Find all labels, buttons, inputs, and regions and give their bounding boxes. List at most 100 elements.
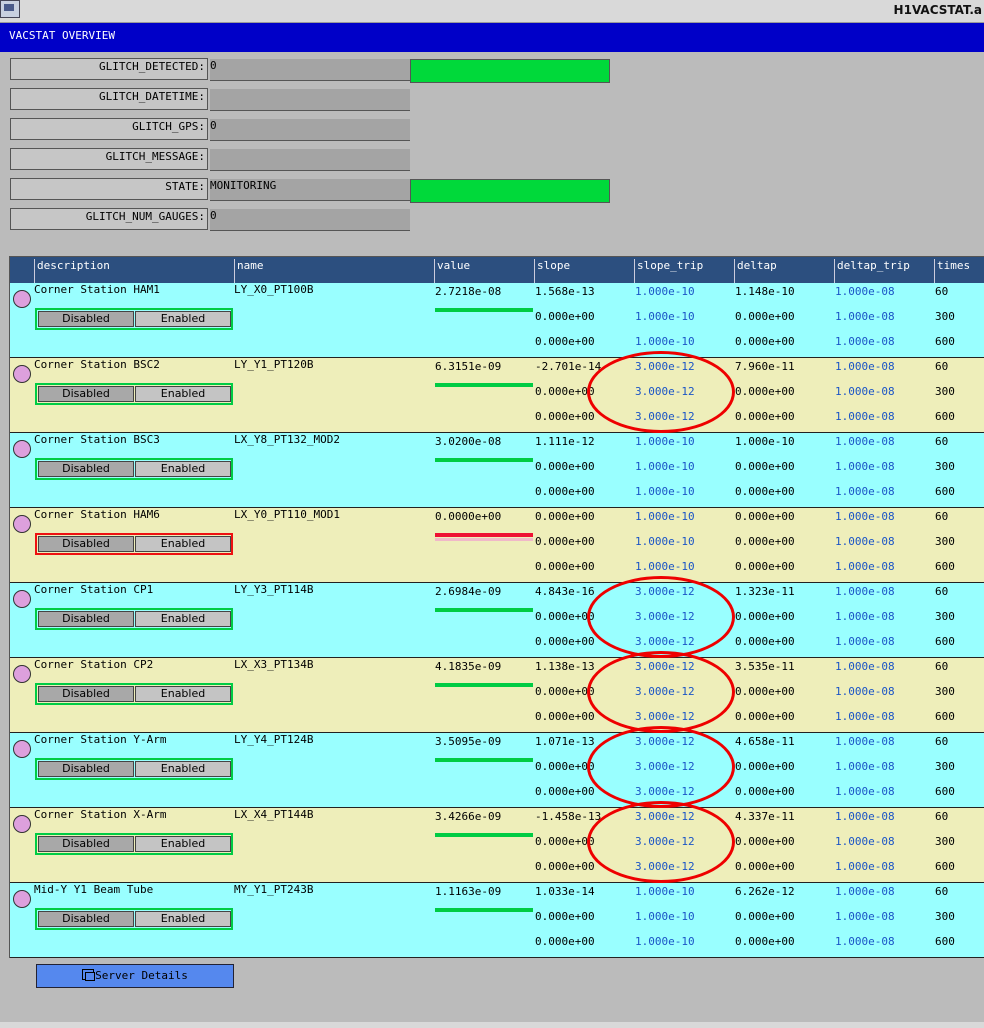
deltap-cell: 0.000e+00 [735,610,795,623]
gauge-description: Corner Station HAM1 [34,283,160,296]
disabled-button[interactable]: Disabled [38,536,134,552]
enabled-button[interactable]: Enabled [135,836,231,852]
deltap-trip-cell: 1.000e-08 [835,485,895,498]
value-status-bar [435,383,533,387]
slope-cell: 1.138e-13 [535,660,595,673]
enable-toggle: Disabled Enabled [35,308,233,330]
disabled-button[interactable]: Disabled [38,761,134,777]
value-status-bar [435,608,533,612]
deltap-cell: 0.000e+00 [735,510,795,523]
deltap-trip-cell: 1.000e-08 [835,560,895,573]
slope-cell: 0.000e+00 [535,785,595,798]
field-value: MONITORING [210,179,410,201]
field-label: GLITCH_DATETIME: [10,88,208,110]
deltap-cell: 0.000e+00 [735,835,795,848]
times-cell: 600 [935,335,955,348]
status-led [13,515,31,533]
times-cell: 60 [935,360,949,373]
gauge-value: 6.3151e-09 [435,360,502,373]
gauge-name: LX_Y0_PT110_MOD1 [234,508,340,521]
times-cell: 600 [935,860,955,873]
field-row: GLITCH_DATETIME: [10,88,410,112]
disabled-button[interactable]: Disabled [38,386,134,402]
slope-trip-cell: 1.000e-10 [635,310,695,323]
column-header-name: name [234,259,434,283]
enabled-button[interactable]: Enabled [135,311,231,327]
field-label: GLITCH_DETECTED: [10,58,208,80]
slope-cell: 1.071e-13 [535,735,595,748]
deltap-cell: 1.000e-10 [735,435,795,448]
enabled-button[interactable]: Enabled [135,611,231,627]
field-value: 0 [210,119,410,141]
slope-trip-cell: 1.000e-10 [635,560,695,573]
slope-trip-cell: 3.000e-12 [635,685,695,698]
slope-trip-cell: 3.000e-12 [635,760,695,773]
enable-toggle: Disabled Enabled [35,458,233,480]
slope-cell: 0.000e+00 [535,710,595,723]
deltap-cell: 0.000e+00 [735,785,795,798]
gauge-description: Corner Station CP1 [34,583,154,596]
slope-trip-cell: 1.000e-10 [635,335,695,348]
enabled-button[interactable]: Enabled [135,386,231,402]
slope-trip-cell: 1.000e-10 [635,910,695,923]
window-icon[interactable] [0,0,20,18]
enabled-button[interactable]: Enabled [135,686,231,702]
slope-cell: 0.000e+00 [535,860,595,873]
window-title: H1VACSTAT.a [893,3,982,17]
deltap-trip-cell: 1.000e-08 [835,935,895,948]
slope-cell: -1.458e-13 [535,810,602,823]
deltap-trip-cell: 1.000e-08 [835,360,895,373]
gauge-description: Corner Station CP2 [34,658,154,671]
deltap-trip-cell: 1.000e-08 [835,435,895,448]
deltap-cell: 0.000e+00 [735,760,795,773]
value-status-bar [435,758,533,762]
deltap-trip-cell: 1.000e-08 [835,710,895,723]
value-status-bar [435,833,533,837]
window-titlebar: H1VACSTAT.a [0,0,984,23]
deltap-cell: 0.000e+00 [735,710,795,723]
gauge-description: Corner Station Y-Arm [34,733,167,746]
deltap-trip-cell: 1.000e-08 [835,785,895,798]
slope-cell: 0.000e+00 [535,635,595,648]
disabled-button[interactable]: Disabled [38,836,134,852]
enable-toggle: Disabled Enabled [35,908,233,930]
disabled-button[interactable]: Disabled [38,686,134,702]
value-status-bar [435,683,533,687]
deltap-cell: 0.000e+00 [735,385,795,398]
times-cell: 600 [935,935,955,948]
enable-toggle: Disabled Enabled [35,383,233,405]
slope-trip-cell: 1.000e-10 [635,460,695,473]
status-led [13,815,31,833]
slope-cell: 0.000e+00 [535,410,595,423]
slope-cell: 0.000e+00 [535,685,595,698]
field-label: GLITCH_MESSAGE: [10,148,208,170]
enabled-button[interactable]: Enabled [135,761,231,777]
server-details-button[interactable]: Server Details [36,964,234,988]
enabled-button[interactable]: Enabled [135,536,231,552]
slope-cell: 0.000e+00 [535,335,595,348]
deltap-trip-cell: 1.000e-08 [835,885,895,898]
column-header-slope: slope [534,259,634,283]
table-row: Corner Station BSC2 LY_Y1_PT120B 6.3151e-0… [10,358,984,433]
value-status-bar [435,908,533,912]
enabled-button[interactable]: Enabled [135,911,231,927]
status-led [13,590,31,608]
slope-trip-cell: 3.000e-12 [635,360,695,373]
bottom-strip [0,1022,984,1028]
slope-cell: 0.000e+00 [535,835,595,848]
disabled-button[interactable]: Disabled [38,611,134,627]
column-header-deltap-trip: deltap_trip [834,259,934,283]
disabled-button[interactable]: Disabled [38,911,134,927]
disabled-button[interactable]: Disabled [38,311,134,327]
column-header-times: times [934,259,984,283]
field-row: STATE: MONITORING [10,178,610,203]
deltap-cell: 0.000e+00 [735,460,795,473]
deltap-trip-cell: 1.000e-08 [835,735,895,748]
slope-trip-cell: 3.000e-12 [635,660,695,673]
gauge-value: 4.1835e-09 [435,660,502,673]
disabled-button[interactable]: Disabled [38,461,134,477]
enabled-button[interactable]: Enabled [135,461,231,477]
enable-toggle: Disabled Enabled [35,608,233,630]
slope-cell: 0.000e+00 [535,610,595,623]
gauge-value: 2.6984e-09 [435,585,502,598]
